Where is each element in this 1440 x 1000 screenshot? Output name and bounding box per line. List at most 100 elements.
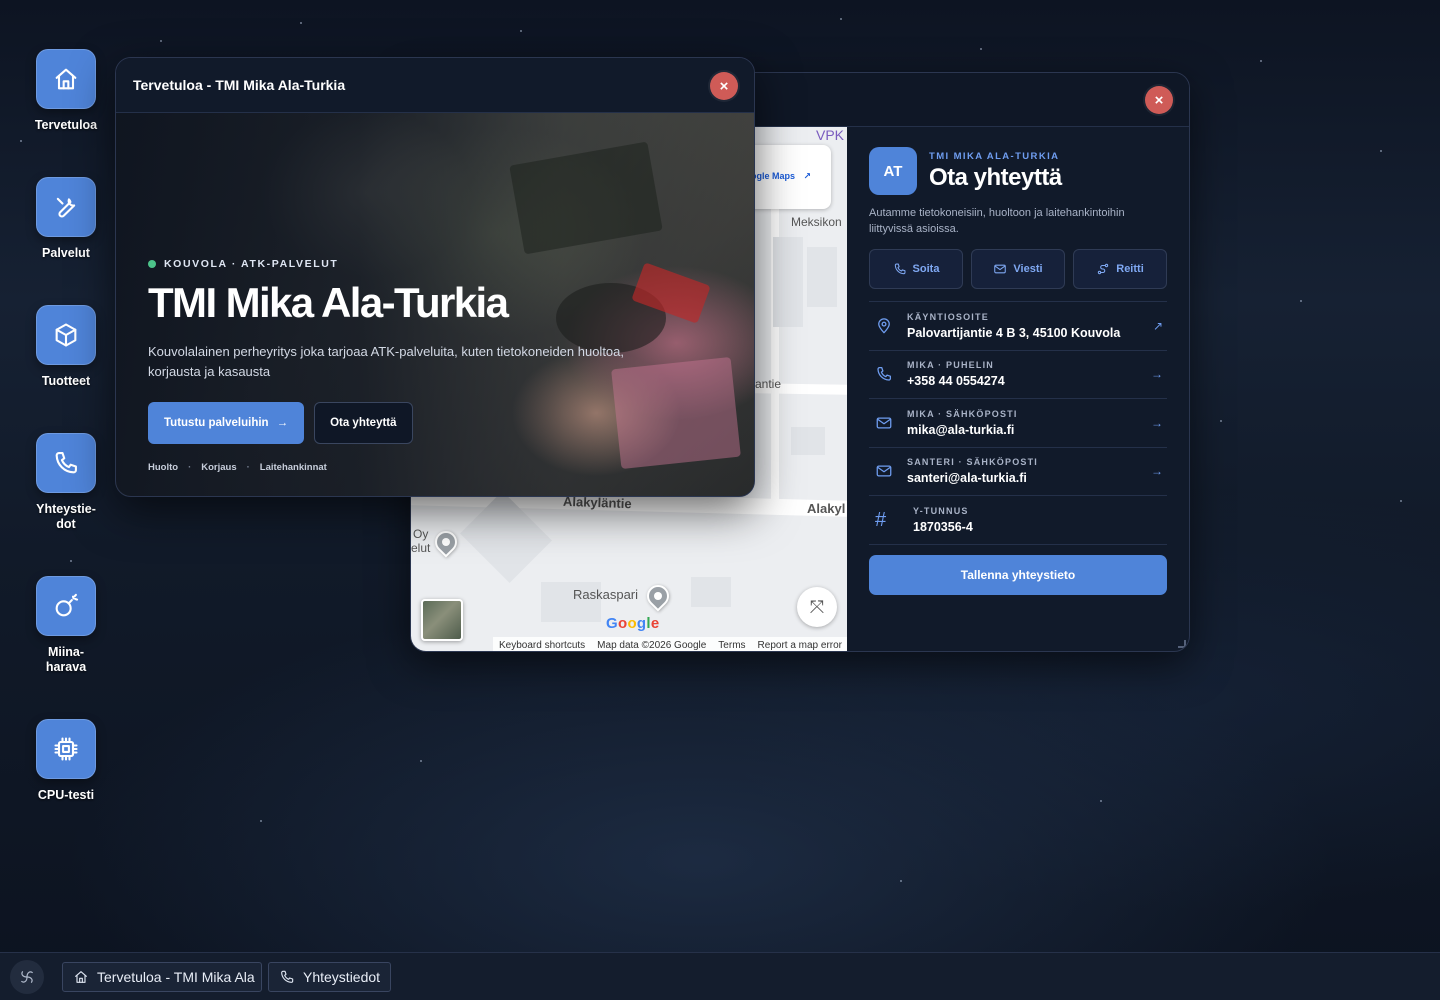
arrow-right-icon: →: [1151, 367, 1163, 382]
contact-row-value: 1870356-4: [913, 519, 973, 534]
desktop-icon-yhteystiedot[interactable]: Yhteystie- dot: [22, 433, 110, 532]
call-button-label: Soita: [912, 263, 940, 275]
external-link-icon: ↗: [803, 171, 812, 181]
map-label-meksikon: Meksikon: [791, 215, 842, 229]
company-avatar: AT: [869, 147, 917, 195]
mail-icon: [875, 414, 893, 432]
pinwheel-icon: [21, 970, 33, 983]
contact-row-key: MIKA · PUHELIN: [907, 360, 994, 371]
taskbar-item-yhteystiedot[interactable]: Yhteystiedot: [268, 961, 392, 992]
save-contact-button[interactable]: Tallenna yhteystieto: [869, 554, 1167, 595]
google-logo: Google: [606, 615, 660, 632]
tag-separator: ·: [246, 462, 250, 473]
home-icon: [75, 970, 87, 983]
map-poi-vpk: VPK: [816, 127, 845, 143]
cpu-icon: [36, 719, 96, 779]
message-button-label: Viesti: [1013, 263, 1043, 275]
route-icon: [1098, 263, 1109, 275]
box-icon: [36, 305, 96, 365]
start-button[interactable]: [10, 959, 44, 994]
taskbar-item-label: Tervetuloa - TMI Mika Ala: [97, 968, 255, 985]
taskbar: Tervetuloa - TMI Mika Ala Yhteystiedot: [0, 952, 1440, 1000]
phone-icon: [875, 365, 893, 383]
contact-row-mika-email[interactable]: MIKA · SÄHKÖPOSTI mika@ala-turkia.fi →: [869, 399, 1167, 448]
map-label-antie: antie: [755, 377, 782, 391]
contact-row-key: KÄYNTIOSOITE: [907, 311, 989, 322]
desktop-icon-palvelut[interactable]: Palvelut: [22, 177, 110, 261]
route-button[interactable]: Reitti: [1073, 249, 1167, 289]
map-data-attribution: Map data ©2026 Google: [597, 639, 707, 651]
google-maps-link-label: ogle Maps: [751, 171, 796, 181]
map-keyboard-shortcuts-link[interactable]: Keyboard shortcuts: [499, 640, 585, 651]
map-footer: Keyboard shortcuts Map data ©2026 Google…: [493, 637, 847, 651]
map-terms-link[interactable]: Terms: [718, 640, 745, 651]
contact-row-key: SANTERI · SÄHKÖPOSTI: [907, 457, 1039, 468]
contact-panel: AT TMI MIKA ALA-TURKIA Ota yhteyttä Auta…: [847, 127, 1189, 651]
map-poi-raskaspari: Raskaspari: [573, 587, 639, 602]
arrow-right-icon: →: [1151, 464, 1163, 479]
contact-row-key: MIKA · SÄHKÖPOSTI: [907, 408, 1018, 419]
home-icon: [36, 49, 96, 109]
welcome-window-title: Tervetuloa - TMI Mika Ala-Turkia: [133, 77, 346, 93]
desktop-icon-label: Tervetuloa: [34, 118, 98, 132]
desktop-icon-label: CPU-testi: [37, 788, 95, 802]
contact-row-value: +358 44 0554274: [907, 374, 1005, 389]
desktop-icon-tuotteet[interactable]: Tuotteet: [22, 305, 110, 389]
tag-item: Korjaus: [201, 462, 237, 473]
tag-item: Huolto: [148, 462, 179, 473]
desktop-icon-label: Miina- harava: [45, 645, 87, 674]
contact-row-value: mika@ala-turkia.fi: [907, 422, 1015, 437]
taskbar-item-tervetuloa[interactable]: Tervetuloa - TMI Mika Ala: [62, 961, 262, 992]
wrench-icon: [36, 177, 96, 237]
map-pin-icon[interactable]: [642, 580, 674, 612]
explore-services-label: Tutustu palveluihin: [164, 417, 269, 429]
contact-row-value: santeri@ala-turkia.fi: [907, 471, 1027, 486]
bomb-icon: [36, 576, 96, 636]
external-link-icon: ↗: [1152, 318, 1163, 333]
satellite-toggle[interactable]: [421, 599, 463, 641]
map-label-oy: Oy: [413, 527, 429, 541]
map-report-error-link[interactable]: Report a map error: [758, 640, 842, 651]
contact-heading: Ota yhteyttä: [929, 163, 1062, 191]
explore-services-button[interactable]: Tutustu palveluihin →: [148, 402, 305, 444]
welcome-window-titlebar[interactable]: Tervetuloa - TMI Mika Ala-Turkia ×: [116, 58, 754, 113]
hero-lead: Kouvolalainen perheyritys joka tarjoaa A…: [148, 344, 625, 379]
desktop-icon-cpu-testi[interactable]: CPU-testi: [22, 719, 110, 803]
desktop-icon-miinaharava[interactable]: Miina- harava: [22, 576, 110, 675]
contact-close-button[interactable]: ×: [1145, 86, 1173, 114]
contact-row-santeri-email[interactable]: SANTERI · SÄHKÖPOSTI santeri@ala-turkia.…: [869, 448, 1167, 496]
contact-kicker: TMI MIKA ALA-TURKIA: [929, 150, 1060, 162]
mail-icon: [875, 462, 893, 480]
phone-icon: [36, 433, 96, 493]
welcome-close-button[interactable]: ×: [710, 72, 738, 100]
location-pill: KOUVOLA · ATK-PALVELUT: [148, 258, 708, 270]
service-tags: Huolto · Korjaus · Laitehankinnat: [148, 462, 708, 473]
arrow-right-icon: →: [276, 417, 289, 429]
map-move-control[interactable]: ⤧: [797, 587, 837, 627]
taskbar-item-label: Yhteystiedot: [303, 968, 381, 985]
hero-section: KOUVOLA · ATK-PALVELUT TMI Mika Ala-Turk…: [116, 113, 754, 496]
welcome-window[interactable]: Tervetuloa - TMI Mika Ala-Turkia × KOUVO…: [115, 57, 755, 497]
map-street-alakyl: Alakyl: [807, 501, 846, 516]
contact-info-list: KÄYNTIOSOITE Palovartijantie 4 B 3, 4510…: [869, 301, 1167, 545]
location-pill-text: KOUVOLA · ATK-PALVELUT: [164, 258, 339, 270]
contact-row-value: Palovartijantie 4 B 3, 45100 Kouvola: [907, 325, 1121, 340]
call-button[interactable]: Soita: [869, 249, 963, 289]
route-button-label: Reitti: [1116, 263, 1144, 275]
mail-icon: [994, 264, 1007, 274]
contact-description: Autamme tietokoneisiin, huoltoon ja lait…: [869, 207, 1125, 235]
phone-icon: [281, 970, 294, 983]
desktop-icon-label: Tuotteet: [41, 374, 91, 388]
contact-row-address[interactable]: KÄYNTIOSOITE Palovartijantie 4 B 3, 4510…: [869, 302, 1167, 351]
status-dot-icon: [148, 260, 156, 268]
desktop-icon-label: Palvelut: [42, 246, 90, 260]
resize-handle[interactable]: [1178, 640, 1186, 648]
map-pin-icon: [875, 317, 893, 335]
hero-heading: TMI Mika Ala-Turkia: [148, 279, 509, 326]
map-pin-icon[interactable]: [430, 526, 462, 558]
hash-icon: #: [875, 508, 887, 531]
contact-row-phone[interactable]: MIKA · PUHELIN +358 44 0554274 →: [869, 351, 1167, 399]
message-button[interactable]: Viesti: [971, 249, 1065, 289]
desktop-icon-tervetuloa[interactable]: Tervetuloa: [22, 49, 110, 133]
contact-us-button[interactable]: Ota yhteyttä: [314, 402, 413, 444]
